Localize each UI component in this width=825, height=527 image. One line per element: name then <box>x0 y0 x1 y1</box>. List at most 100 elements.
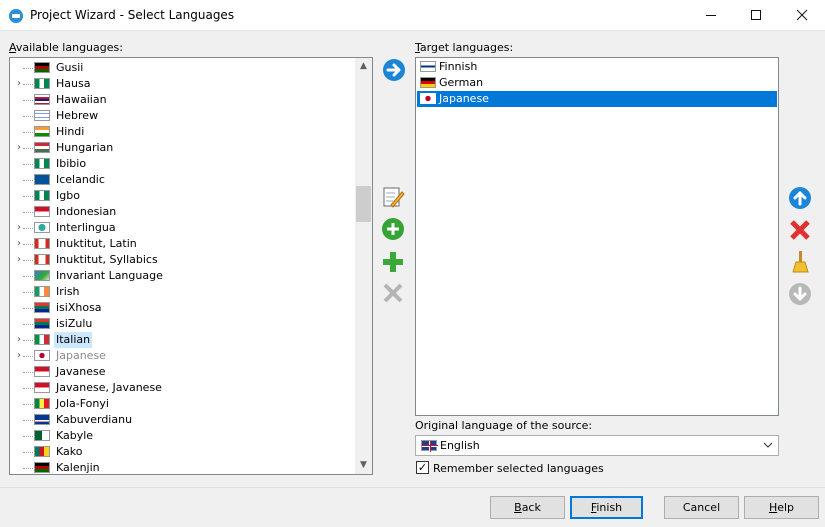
edit-language-button[interactable] <box>381 185 405 209</box>
tree-item-label: Hindi <box>56 125 85 138</box>
finnish-flag-icon <box>420 61 436 72</box>
tree-connector-line <box>23 436 33 437</box>
tree-connector-line <box>23 244 33 245</box>
tree-connector-line <box>23 132 33 133</box>
tree-item-label: Hausa <box>56 77 91 90</box>
isixhosa-flag-icon <box>34 302 50 313</box>
japanese-flag-icon <box>34 350 50 361</box>
add-to-target-button[interactable] <box>383 59 405 81</box>
tree-connector-line <box>23 164 33 165</box>
tree-item-label: isiZulu <box>56 317 93 330</box>
minimize-button[interactable] <box>688 0 734 31</box>
italian-flag-icon <box>34 334 50 345</box>
tree-connector-line <box>23 180 33 181</box>
irish-flag-icon <box>34 286 50 297</box>
title-bar: Project Wizard - Select Languages <box>0 0 825 31</box>
tree-item-label: Indonesian <box>56 205 117 218</box>
pencil-icon <box>383 187 405 208</box>
arrow-right-icon <box>386 63 401 77</box>
delete-target-button[interactable] <box>788 218 812 242</box>
tree-connector-line <box>23 260 33 261</box>
target-languages-list[interactable]: Finnish German Japanese <box>415 57 779 416</box>
arrow-up-icon <box>789 187 811 209</box>
tree-item-label: Hebrew <box>56 109 99 122</box>
hausa-flag-icon <box>34 78 50 89</box>
clear-targets-button[interactable] <box>788 250 812 274</box>
tree-connector-line <box>23 148 33 149</box>
tree-item-label: Igbo <box>56 189 80 202</box>
maximize-icon <box>751 10 761 20</box>
finish-button[interactable]: Finish <box>570 496 643 519</box>
tree-item-label: isiXhosa <box>56 301 102 314</box>
tree-item-label: Gusii <box>56 61 84 74</box>
tree-connector-line <box>23 468 33 469</box>
arrow-down-icon <box>789 283 811 305</box>
tree-connector-line <box>23 228 33 229</box>
jola-fonyi-flag-icon <box>34 398 50 409</box>
red-x-icon <box>790 220 810 240</box>
plus-icon <box>383 252 403 272</box>
tree-item-label: Javanese, Javanese <box>56 381 162 394</box>
target-list-item[interactable]: Finnish <box>417 59 777 75</box>
target-list-item[interactable]: German <box>417 75 777 91</box>
maximize-button[interactable] <box>733 0 779 31</box>
tree-connector-line <box>23 340 33 341</box>
help-button[interactable]: Help <box>744 496 819 519</box>
hebrew-flag-icon <box>34 110 50 121</box>
tree-item-label: Irish <box>56 285 80 298</box>
close-button[interactable] <box>779 0 825 31</box>
scroll-up-button[interactable]: ▲ <box>355 58 372 75</box>
plus-circle-icon <box>382 218 404 240</box>
scroll-down-button[interactable]: ▼ <box>355 457 372 474</box>
window-title: Project Wizard - Select Languages <box>30 8 235 22</box>
cancel-button[interactable]: Cancel <box>664 496 739 519</box>
tree-item-label: Japanese <box>56 349 106 362</box>
tree-connector-line <box>23 116 33 117</box>
remove-language-button[interactable] <box>381 281 405 305</box>
remember-checkbox[interactable]: ✓ <box>416 461 429 474</box>
target-item-label: Japanese <box>439 92 489 105</box>
back-button[interactable]: Back <box>490 496 565 519</box>
available-scrollbar[interactable]: ▲ ▼ <box>355 58 372 474</box>
tree-item-label: Hawaiian <box>56 93 107 106</box>
tree-connector-line <box>23 324 33 325</box>
tree-connector-line <box>23 84 33 85</box>
target-list-item[interactable]: Japanese <box>417 91 777 107</box>
isizulu-flag-icon <box>34 318 50 329</box>
broom-icon <box>792 251 809 273</box>
available-languages-tree[interactable]: Gusii › Hausa Hawaiian Hebrew Hindi › Hungarian… <box>9 57 373 475</box>
tree-item-label: Inuktitut, Latin <box>56 237 137 250</box>
tree-item-label: Jola-Fonyi <box>56 397 109 410</box>
source-language-select[interactable]: English <box>415 435 779 456</box>
tree-connector-line <box>23 372 33 373</box>
tree-item-label: Invariant Language <box>56 269 163 282</box>
chevron-down-icon <box>763 437 773 453</box>
tree-connector-line <box>23 308 33 309</box>
tree-item-label: Ibibio <box>56 157 87 170</box>
scroll-thumb[interactable] <box>356 186 371 222</box>
available-languages-label: Available languages: <box>9 41 123 54</box>
app-icon <box>9 9 23 23</box>
inuktitut-syllabics-flag-icon <box>34 254 50 265</box>
kako-flag-icon <box>34 446 50 457</box>
tree-connector-line <box>23 276 33 277</box>
invariant-language-flag-icon <box>34 270 50 281</box>
add-language-button[interactable] <box>381 250 405 274</box>
icelandic-flag-icon <box>34 174 50 185</box>
move-up-button[interactable] <box>788 186 812 210</box>
tree-connector-line <box>23 388 33 389</box>
javanese-flag-icon <box>34 366 50 377</box>
tree-item-label: Kalenjin <box>56 461 100 474</box>
igbo-flag-icon <box>34 190 50 201</box>
add-custom-language-button[interactable] <box>381 217 405 241</box>
tree-connector-line <box>23 100 33 101</box>
uk-flag-icon <box>421 440 438 452</box>
tree-connector-line <box>23 212 33 213</box>
source-language-value: English <box>440 439 480 452</box>
move-down-button[interactable] <box>788 282 812 306</box>
tree-item-label: Kako <box>56 445 83 458</box>
tree-connector-line <box>23 356 33 357</box>
tree-item-label: Italian <box>54 332 93 348</box>
tree-item-label: Interlingua <box>56 221 116 234</box>
japanese-flag-icon <box>420 93 436 104</box>
